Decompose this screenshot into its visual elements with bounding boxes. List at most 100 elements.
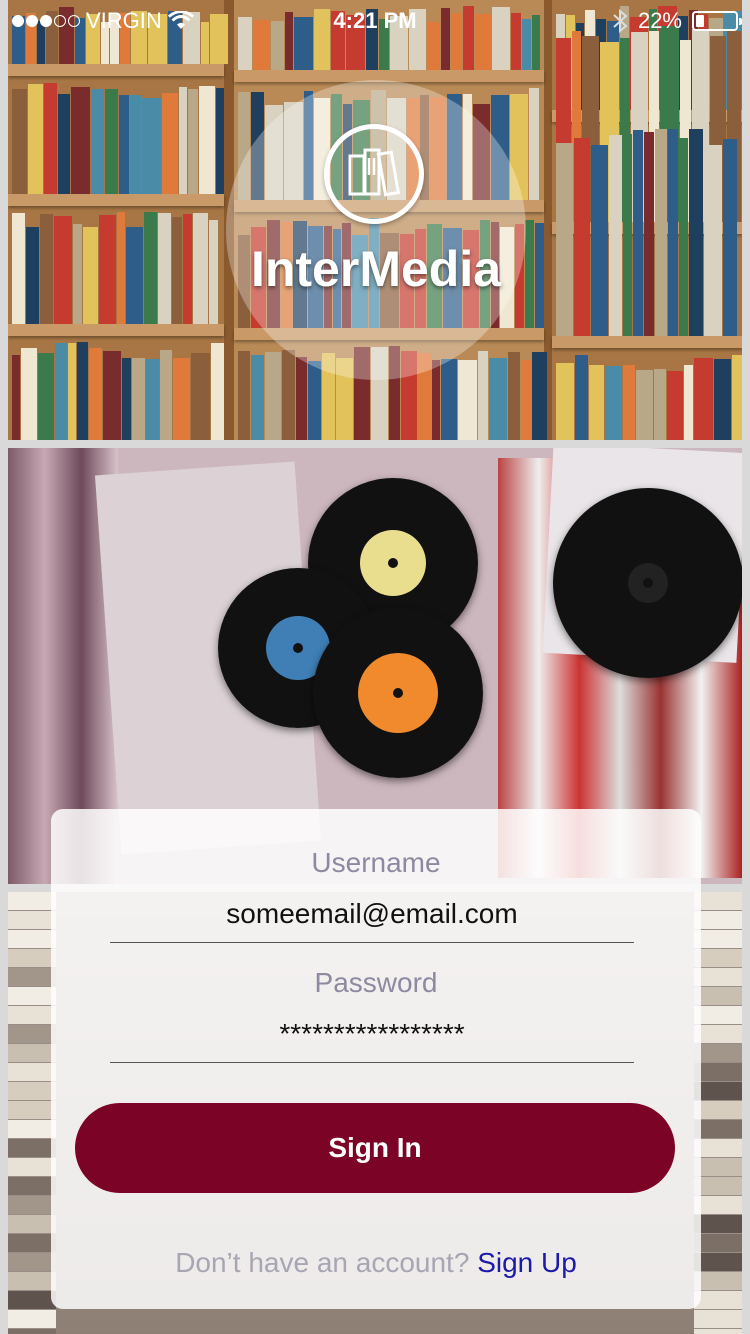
tape-case	[8, 1006, 56, 1024]
book-spine	[38, 353, 54, 440]
shelf-board	[552, 336, 742, 348]
tape-case	[694, 1139, 742, 1157]
tape-case	[694, 892, 742, 910]
tape-case	[8, 911, 56, 929]
book-spine	[188, 89, 198, 194]
tape-case	[694, 1082, 742, 1100]
book-spine	[654, 369, 666, 440]
tape-case	[8, 1158, 56, 1176]
book-spine	[12, 89, 27, 194]
book-spine	[130, 95, 141, 194]
battery-fill	[696, 15, 704, 27]
tape-case	[8, 1044, 56, 1062]
tape-case	[8, 1253, 56, 1271]
book-spine	[12, 355, 20, 440]
book-spine	[199, 86, 215, 194]
book-spine	[556, 363, 574, 440]
book-spine	[667, 371, 683, 440]
book-spine	[308, 361, 321, 440]
login-card: Username Password Sign In Don’t have an …	[51, 809, 701, 1309]
book-spine	[679, 138, 688, 336]
tape-case	[8, 1177, 56, 1195]
book-spine	[684, 365, 693, 440]
book-spine	[623, 134, 632, 336]
record-hole	[293, 643, 303, 653]
book-spine	[71, 87, 90, 194]
tape-case	[694, 1101, 742, 1119]
username-input[interactable]	[110, 885, 634, 943]
tape-case	[694, 930, 742, 948]
tape-case	[694, 1291, 742, 1309]
bluetooth-icon	[613, 9, 628, 33]
tape-case	[694, 1006, 742, 1024]
record-hole	[643, 578, 653, 588]
book-spine	[132, 358, 145, 440]
book-spine	[508, 352, 520, 440]
password-input[interactable]	[110, 1005, 634, 1063]
tape-case	[694, 987, 742, 1005]
book-spine	[40, 214, 53, 324]
book-spine	[160, 350, 172, 440]
battery-icon	[692, 11, 742, 31]
vinyl-record	[313, 608, 483, 778]
book-spine	[122, 358, 131, 440]
book-spine	[529, 88, 539, 200]
tape-case	[8, 1120, 56, 1138]
book-spine	[77, 342, 88, 440]
book-spine	[644, 132, 654, 336]
book-spine	[142, 98, 161, 194]
book-spine	[668, 129, 678, 336]
book-spine	[183, 214, 192, 324]
book-spine	[714, 359, 731, 440]
book-spine	[28, 84, 43, 194]
book-spine	[191, 353, 210, 440]
tape-case	[694, 1310, 742, 1328]
tape-case	[694, 1234, 742, 1252]
tape-case	[8, 1234, 56, 1252]
book-spine	[119, 95, 129, 194]
shelf-board	[8, 194, 224, 206]
book-spine	[458, 360, 477, 440]
book-spine	[591, 145, 608, 336]
tape-case	[694, 911, 742, 929]
tape-case	[694, 1025, 742, 1043]
book-spine	[105, 89, 118, 194]
status-bar: VIRGIN 4:21 PM 22%	[0, 0, 750, 40]
tape-case	[694, 1120, 742, 1138]
book-spine	[54, 216, 72, 324]
sign-in-button[interactable]: Sign In	[75, 1103, 675, 1193]
book-spine	[694, 358, 713, 440]
sign-up-link[interactable]: Sign Up	[477, 1247, 577, 1278]
book-spine	[704, 145, 722, 336]
book-spine	[146, 359, 159, 440]
tape-case	[694, 1215, 742, 1233]
book-spine	[162, 93, 178, 194]
tape-case	[694, 1158, 742, 1176]
book-spine	[73, 224, 82, 324]
shelf-board	[8, 324, 224, 336]
book-spine	[55, 343, 67, 440]
tape-case	[8, 1196, 56, 1214]
book-spine	[117, 212, 125, 324]
shelf-board	[8, 64, 224, 76]
book-spine	[193, 213, 208, 324]
tape-case	[694, 1253, 742, 1271]
tape-case	[8, 1291, 56, 1309]
book-spine	[144, 212, 157, 324]
tape-case	[8, 1272, 56, 1290]
book-spine	[723, 139, 737, 336]
book-spine	[126, 227, 143, 324]
book-spine	[574, 138, 590, 336]
book-spine	[532, 352, 547, 440]
book-spine	[209, 220, 218, 324]
book-spine	[158, 213, 171, 324]
tape-case	[8, 949, 56, 967]
tape-case	[694, 1044, 742, 1062]
tape-case	[8, 987, 56, 1005]
tape-case	[8, 1063, 56, 1081]
tape-case	[694, 1063, 742, 1081]
password-label: Password	[314, 967, 438, 998]
record-hole	[388, 558, 398, 568]
book-spine	[12, 213, 25, 324]
book-spine	[575, 355, 588, 440]
